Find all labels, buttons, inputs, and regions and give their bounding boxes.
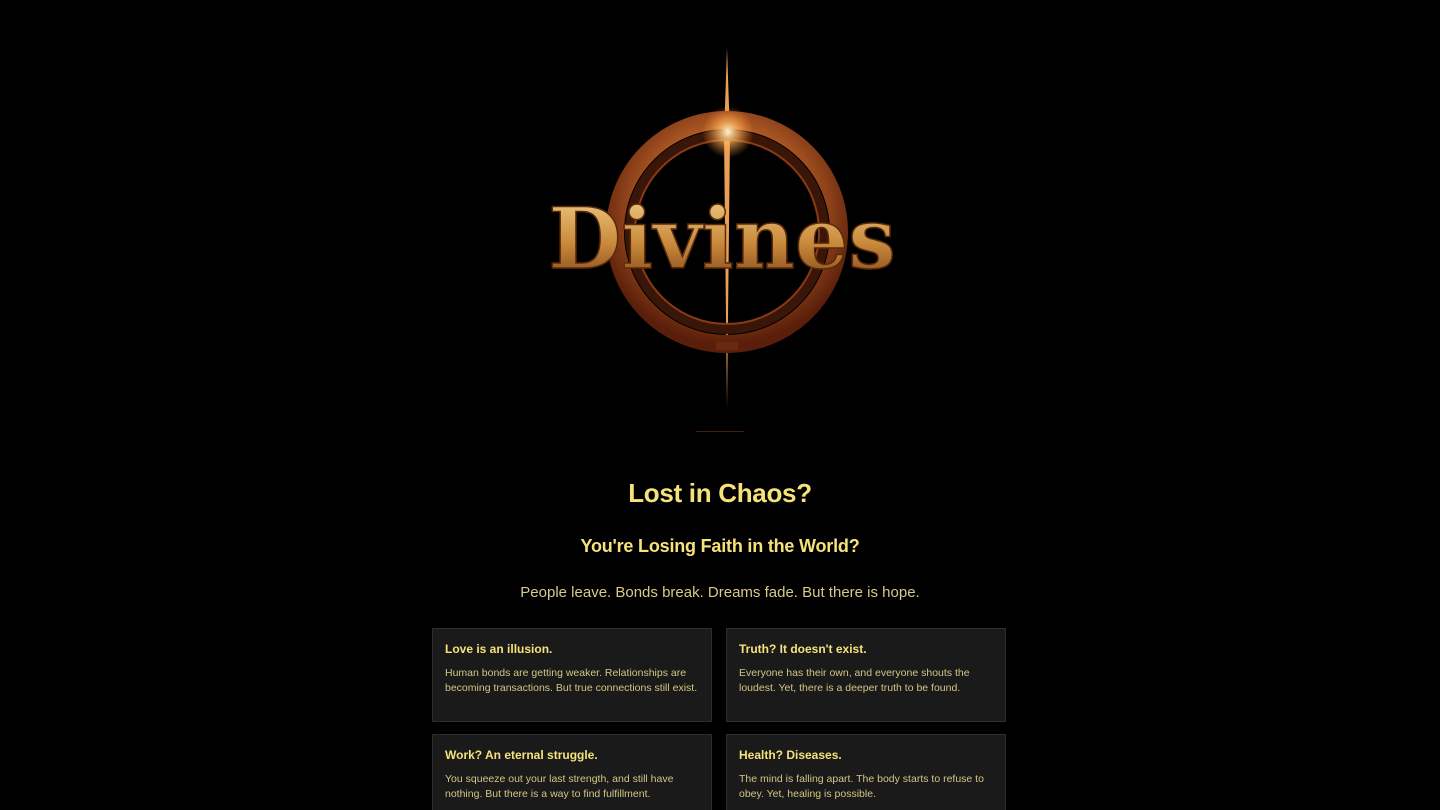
problem-card-health: Health? Diseases. The mind is falling ap… bbox=[726, 734, 1006, 810]
card-body: The mind is falling apart. The body star… bbox=[739, 773, 984, 800]
landing-page: Divines Lost in Chaos? You're Losing Fai… bbox=[0, 0, 1440, 810]
card-title: Truth? It doesn't exist. bbox=[739, 642, 867, 656]
card-title: Work? An eternal struggle. bbox=[445, 748, 598, 762]
problem-card-truth: Truth? It doesn't exist. Everyone has th… bbox=[726, 628, 1006, 722]
divines-logo: Divines bbox=[540, 46, 904, 410]
card-body: Human bonds are getting weaker. Relation… bbox=[445, 667, 698, 694]
hero-subheadline: You're Losing Faith in the World? bbox=[580, 536, 860, 556]
problem-card-work: Work? An eternal struggle. You squeeze o… bbox=[432, 734, 712, 810]
hero-headline: Lost in Chaos? bbox=[628, 478, 812, 508]
card-body: You squeeze out your last strength, and … bbox=[445, 773, 674, 800]
card-title: Health? Diseases. bbox=[739, 748, 842, 762]
hero-tagline: People leave. Bonds break. Dreams fade. … bbox=[520, 584, 920, 601]
card-body: Everyone has their own, and everyone sho… bbox=[739, 667, 970, 694]
problem-card-love: Love is an illusion. Human bonds are get… bbox=[432, 628, 712, 722]
card-title: Love is an illusion. bbox=[445, 642, 553, 656]
logo-wordmark: Divines bbox=[548, 189, 895, 288]
section-divider bbox=[696, 431, 744, 432]
